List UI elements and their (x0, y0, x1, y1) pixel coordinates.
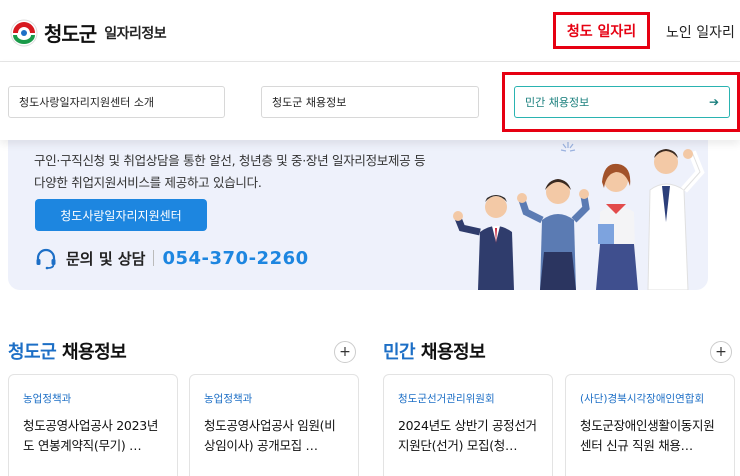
headset-icon (36, 248, 56, 270)
job-center-button[interactable]: 청도사랑일자리지원센터 (35, 199, 207, 231)
section-title-rest: 채용정보 (415, 342, 486, 363)
plus-icon: + (715, 344, 727, 360)
submenu-private-jobs[interactable]: 민간 채용정보 ➔ (514, 86, 730, 118)
contact-label: 문의 및 상담 (66, 249, 146, 268)
job-card-category: 청도군선거관리위원회 (398, 393, 495, 405)
section-title-rest: 채용정보 (56, 342, 127, 363)
banner-line-2: 다양한 취업지원서비스를 제공하고 있습니다. (34, 175, 262, 190)
job-card-title: 청도군장애인생활이동지원센터 신규 직원 채용… (580, 418, 715, 453)
logo-subtitle: 일자리정보 (104, 25, 167, 42)
private-jobs-section-title: 민간 채용정보 (383, 338, 486, 364)
job-card-category: (사단)경북시각장애인연합회 (580, 393, 705, 405)
nav-cheongdo-jobs[interactable]: 청도 일자리 (553, 12, 650, 49)
plus-icon: + (339, 344, 351, 360)
submenu-private-jobs-label: 민간 채용정보 (525, 96, 590, 109)
logo-emblem-icon (10, 19, 38, 47)
logo-title: 청도군 (44, 22, 97, 46)
job-card-title: 청도공영사업공사 임원(비상임이사) 공개모집 … (204, 418, 336, 453)
contact-info: 문의 및 상담 054-370-2260 (34, 246, 309, 270)
job-card[interactable]: 청도군선거관리위원회 2024년도 상반기 공정선거지원단(선거) 모집(청… (383, 374, 553, 476)
banner-line-1: 구인·구직신청 및 취업상담을 통한 알선, 청년층 및 중·장년 일자리정보제… (34, 153, 426, 168)
job-card[interactable]: (사단)경북시각장애인연합회 청도군장애인생활이동지원센터 신규 직원 채용… (565, 374, 735, 476)
submenu-county-jobs[interactable]: 청도군 채용정보 (261, 86, 479, 118)
job-card[interactable]: 농업정책과 청도공영사업공사 2023년도 연봉계약직(무기) … (8, 374, 178, 476)
banner-description: 구인·구직신청 및 취업상담을 통한 알선, 청년층 및 중·장년 일자리정보제… (34, 150, 426, 194)
county-jobs-more-button[interactable]: + (334, 341, 356, 363)
sub-menu-bar: 청도사랑일자리지원센터 소개 청도군 채용정보 민간 채용정보 ➔ (0, 62, 740, 140)
section-title-accent: 청도군 (8, 342, 57, 363)
site-logo[interactable]: 청도군 일자리정보 (10, 18, 167, 47)
arrow-right-icon: ➔ (708, 95, 719, 109)
job-card-category: 농업정책과 (23, 393, 72, 405)
contact-divider (153, 250, 155, 266)
workers-illustration (453, 142, 705, 290)
info-banner: 구인·구직신청 및 취업상담을 통한 알선, 청년층 및 중·장년 일자리정보제… (8, 132, 708, 290)
job-card[interactable]: 농업정책과 청도공영사업공사 임원(비상임이사) 공개모집 … (189, 374, 359, 476)
private-jobs-more-button[interactable]: + (710, 341, 732, 363)
section-title-accent: 민간 (383, 342, 416, 363)
job-card-title: 청도공영사업공사 2023년도 연봉계약직(무기) … (23, 418, 159, 453)
job-card-category: 농업정책과 (204, 393, 253, 405)
site-header: 청도군 일자리정보 청도 일자리 노인 일자리 (0, 0, 740, 62)
nav-senior-jobs[interactable]: 노인 일자리 (666, 22, 735, 42)
contact-phone[interactable]: 054-370-2260 (162, 248, 308, 269)
county-jobs-section-title: 청도군 채용정보 (8, 338, 127, 364)
submenu-center-intro[interactable]: 청도사랑일자리지원센터 소개 (8, 86, 225, 118)
job-card-title: 2024년도 상반기 공정선거지원단(선거) 모집(청… (398, 418, 537, 453)
